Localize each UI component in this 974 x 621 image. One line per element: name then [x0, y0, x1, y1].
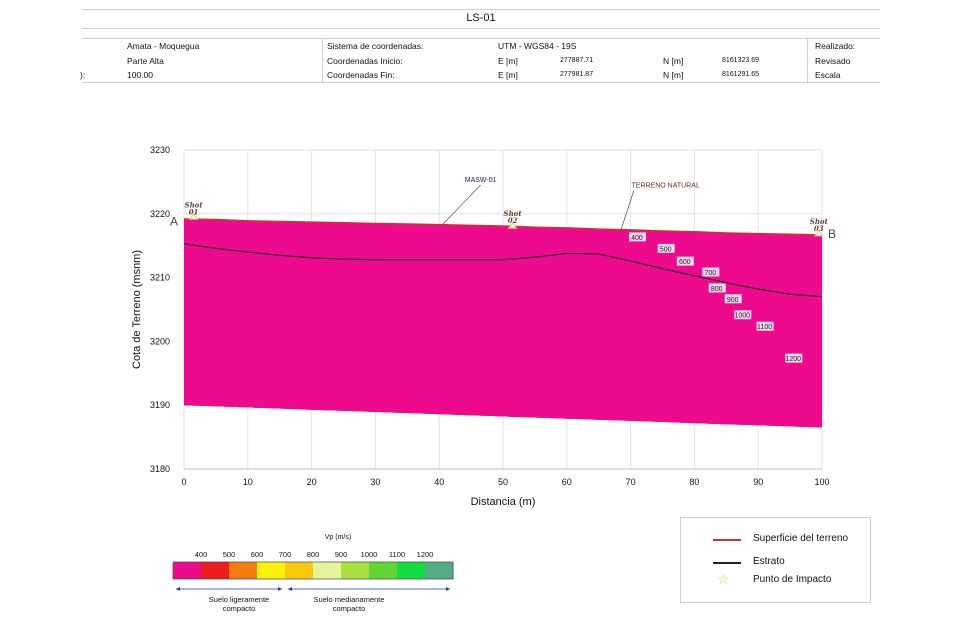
legend: Superficie del terreno Estrato ☆ Punto d…: [680, 517, 871, 603]
legend-label: Punto de Impacto: [753, 574, 832, 585]
class-label-left-line: compacto: [223, 604, 256, 613]
colorbar-swatch: [201, 562, 230, 579]
colorbar-swatch: [285, 562, 314, 579]
colorbar-tick-label: 500: [223, 550, 236, 559]
legend-item-stratum: Estrato: [681, 553, 870, 573]
x-axis-label: Distancia (m): [471, 496, 536, 508]
y-tick-label: 3210: [150, 273, 170, 283]
y-tick-label: 3200: [150, 336, 170, 346]
colorbar-tick-label: 700: [279, 550, 292, 559]
class-arrowhead: [176, 587, 180, 591]
colorbar-swatch: [173, 562, 202, 579]
class-label-right: Suelo medianamente compacto: [314, 595, 385, 613]
colorbar-tick-label: 1000: [361, 550, 378, 559]
colorbar-tick-label: 400: [195, 550, 208, 559]
colorbar-tick-label: 900: [335, 550, 348, 559]
y-tick-label: 3180: [150, 464, 170, 474]
class-label-right-line: compacto: [333, 604, 366, 613]
legend-item-impact: ☆ Punto de Impacto: [681, 571, 870, 591]
x-tick-label: 0: [181, 477, 186, 487]
colorbar-tick-label: 1100: [389, 550, 405, 559]
contour-label: 500: [660, 246, 672, 253]
colorbar-tick-label: 1200: [417, 550, 434, 559]
x-tick-label: 20: [307, 477, 317, 487]
class-arrowhead: [288, 587, 292, 591]
contour-label: 900: [727, 297, 739, 304]
y-tick-label: 3230: [150, 145, 170, 155]
x-tick-label: 70: [626, 477, 636, 487]
annotation-masw: MASW-01: [465, 177, 497, 184]
contour-label: 1100: [757, 324, 772, 331]
contour-label: 1000: [734, 313, 750, 320]
contour-label: 1200: [786, 356, 802, 363]
class-label-left-line: Suelo ligeramente: [209, 595, 269, 604]
colorbar-swatch: [425, 562, 454, 579]
colorbar-tick-label: 800: [307, 550, 320, 559]
contour-label: 800: [711, 286, 723, 293]
y-tick-label: 3220: [150, 209, 170, 219]
y-tick-label: 3190: [150, 400, 170, 410]
velocity-layer-400: [184, 218, 822, 428]
colorbar-swatch: [341, 562, 370, 579]
x-tick-label: 90: [753, 477, 763, 487]
y-axis-label: Cota de Terreno (msnm): [131, 250, 143, 369]
annotation-leader: [620, 190, 635, 230]
class-label-right-line: Suelo medianamente: [314, 595, 385, 604]
shot-label: Shot 02: [504, 209, 523, 225]
annotation-leader: [442, 184, 481, 225]
class-arrowhead: [446, 587, 450, 591]
x-tick-label: 80: [689, 477, 699, 487]
x-tick-label: 40: [434, 477, 444, 487]
shot-label: Shot 03: [810, 217, 829, 233]
colorbar-swatch: [313, 562, 342, 579]
legend-label: Superficie del terreno: [753, 533, 849, 544]
x-tick-label: 50: [498, 477, 508, 487]
x-tick-label: 100: [814, 477, 829, 487]
x-tick-label: 60: [562, 477, 572, 487]
legend-label: Estrato: [753, 556, 785, 567]
colorbar-swatch: [397, 562, 426, 579]
colorbar-swatch: [229, 562, 258, 579]
class-arrowhead: [278, 587, 282, 591]
profile-end-b: B: [828, 227, 836, 241]
contour-label: 700: [705, 270, 717, 277]
colorbar-swatch: [369, 562, 398, 579]
x-tick-label: 10: [243, 477, 253, 487]
contour-label: 400: [631, 235, 643, 242]
profile-end-a: A: [170, 214, 178, 228]
x-tick-label: 30: [370, 477, 380, 487]
colorbar-title: Vp (m/s): [325, 534, 351, 541]
colorbar-swatch: [257, 562, 286, 579]
stratum-line-swatch: [713, 562, 741, 564]
star-icon: ☆: [717, 571, 730, 587]
contour-label: 600: [679, 259, 691, 266]
legend-item-surface: Superficie del terreno: [681, 530, 870, 550]
class-label-left: Suelo ligeramente compacto: [209, 595, 269, 613]
surface-line-swatch: [713, 539, 741, 541]
colorbar-tick-label: 600: [251, 550, 264, 559]
annotation-terrain: TERRENO NATURAL: [632, 183, 700, 190]
